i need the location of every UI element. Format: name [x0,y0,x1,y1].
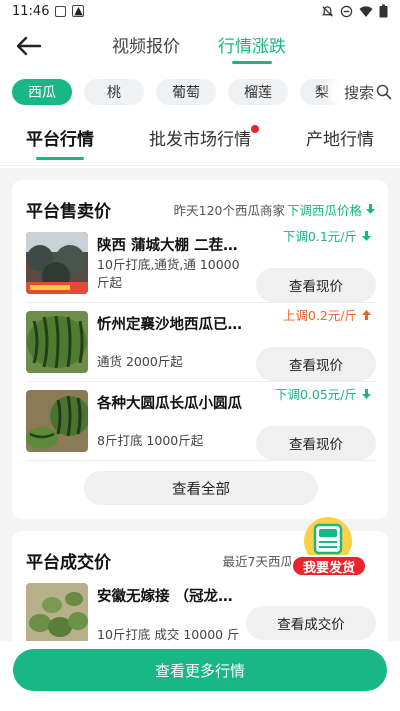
chip-watermelon[interactable]: 西瓜 [12,79,72,105]
view-more-market-button[interactable]: 查看更多行情 [13,649,387,691]
back-arrow-icon [16,36,42,56]
sale-card-subtitle[interactable]: 昨天120个西瓜商家 下调西瓜价格 [174,200,376,219]
product-name: 忻州定襄沙地西瓜已… [97,317,242,333]
tab-wholesale-market[interactable]: 批发市场行情 [149,125,259,154]
arrow-down-icon [366,204,375,214]
status-time: 11:46 [12,3,50,19]
search-icon [376,84,392,100]
arrow-up-icon [362,309,371,320]
search-label: 搜索 [343,83,374,102]
product-image [26,583,88,645]
sub-tabs: 平台行情 批发市场行情 产地行情 [0,114,400,166]
ship-goods-label: 我要发货 [291,555,367,577]
tab-video-quote[interactable]: 视频报价 [112,32,180,63]
view-deal-price-button[interactable]: 查看成交价 [246,606,376,640]
product-name: 安徽无嫁接 （冠龙）… [97,589,247,605]
top-nav: 视频报价 行情涨跌 [0,22,400,70]
list-item[interactable]: 陕西 蒲城大棚 二茬… 10斤打底,通货,通 10000斤起 下调0.1元/斤 … [26,224,376,303]
tab-platform-market[interactable]: 平台行情 [26,125,94,160]
price-trend: 下调0.1元/斤 [283,226,372,245]
view-price-button[interactable]: 查看现价 [256,426,376,460]
gallery-icon [55,5,67,17]
main-content[interactable]: 平台售卖价 昨天120个西瓜商家 下调西瓜价格 陕西 蒲城大棚 二茬… 10斤打… [0,168,400,711]
tab-wholesale-label: 批发市场行情 [149,130,251,150]
price-trend-text: 上调0.2元/斤 [282,308,357,323]
search-button[interactable]: 搜索 [337,79,392,105]
chip-durian[interactable]: 榴莲 [228,79,288,105]
wifi-icon [359,5,373,17]
battery-icon [379,4,388,18]
price-trend-text: 下调0.1元/斤 [282,229,357,244]
view-price-button[interactable]: 查看现价 [256,268,376,302]
arrow-down-icon [362,388,371,399]
status-bar: 11:46 ▲ [0,0,400,22]
price-trend: 下调0.05元/斤 [275,384,372,403]
chip-grape[interactable]: 葡萄 [156,79,216,105]
view-all-button[interactable]: 查看全部 [84,471,318,505]
product-image [26,311,88,373]
arrow-down-icon [362,230,371,241]
bottom-bar: 查看更多行情 [0,641,400,711]
product-desc: 8斤打底 1000斤起 [97,433,204,448]
list-item[interactable]: 忻州定襄沙地西瓜已… 通货 2000斤起 上调0.2元/斤 查看现价 [26,303,376,382]
ship-goods-float-button[interactable]: 我要发货 [288,515,368,587]
product-desc: 10斤打底,通货,通 10000斤起 [97,257,240,290]
category-chip-row: 西瓜 桃 葡萄 榴莲 梨 搜索 [0,70,400,114]
sale-card-subtitle-action: 下调西瓜价格 [286,202,362,218]
view-price-button[interactable]: 查看现价 [256,347,376,381]
a-icon: ▲ [72,4,85,17]
product-name: 各种大圆瓜长瓜小圆瓜 [97,396,242,412]
notification-dot [251,125,259,133]
product-image [26,232,88,294]
sale-price-card: 平台售卖价 昨天120个西瓜商家 下调西瓜价格 陕西 蒲城大棚 二茬… 10斤打… [12,180,388,519]
price-trend: 上调0.2元/斤 [283,305,372,324]
product-name: 陕西 蒲城大棚 二茬… [97,238,238,254]
price-trend-text: 下调0.05元/斤 [274,387,357,402]
product-image [26,390,88,452]
back-button[interactable] [14,32,44,60]
list-item[interactable]: 各种大圆瓜长瓜小圆瓜 8斤打底 1000斤起 下调0.05元/斤 查看现价 [26,382,376,461]
sale-card-subtitle-text: 昨天120个西瓜商家 [173,202,285,218]
mute-icon [322,5,333,17]
product-desc: 通货 2000斤起 [97,354,183,369]
tab-origin-market[interactable]: 产地行情 [306,125,374,154]
deal-card-title: 平台成交价 [26,552,111,573]
chip-peach[interactable]: 桃 [84,79,144,105]
dnd-icon [340,5,353,17]
tab-market-trend[interactable]: 行情涨跌 [218,32,286,64]
sale-card-title: 平台售卖价 [26,201,111,222]
